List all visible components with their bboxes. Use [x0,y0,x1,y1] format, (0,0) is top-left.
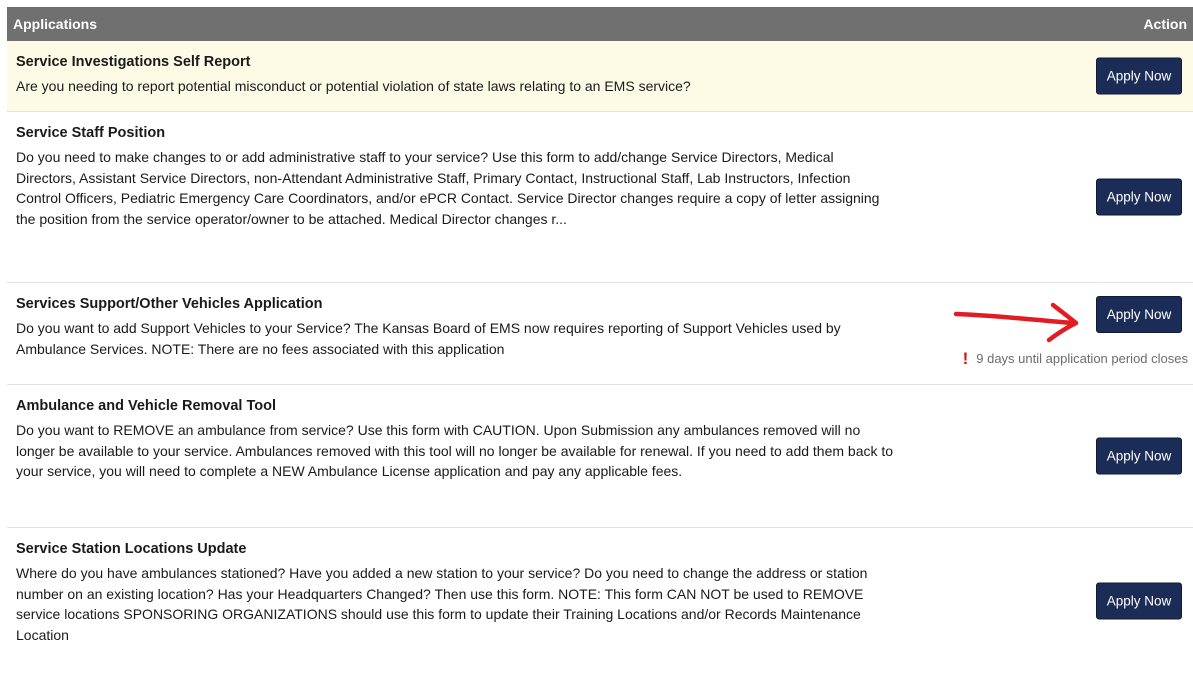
application-period-notice: ! 9 days until application period closes [962,348,1188,368]
row-content: Ambulance and Vehicle Removal Tool Do yo… [7,385,897,482]
table-row: Service Staff Position Do you need to ma… [7,112,1193,283]
application-description: Do you need to make changes to or add ad… [16,149,880,227]
application-description: Do you want to add Support Vehicles to y… [16,320,841,357]
application-description: Where do you have ambulances stationed? … [16,565,868,643]
row-content: Services Support/Other Vehicles Applicat… [7,283,897,359]
application-title: Service Staff Position [16,125,166,141]
row-action: Apply Now [1096,582,1182,620]
header-applications: Applications [13,16,98,32]
table-row: Service Station Locations Update Where d… [7,528,1193,673]
application-title: Ambulance and Vehicle Removal Tool [16,398,276,414]
row-action: Apply Now [1096,178,1182,216]
application-description: Are you needing to report potential misc… [16,78,691,94]
row-content: Service Investigations Self Report Are y… [7,41,897,97]
table-row: Ambulance and Vehicle Removal Tool Do yo… [7,385,1193,528]
application-description: Do you want to REMOVE an ambulance from … [16,422,894,479]
apply-now-button[interactable]: Apply Now [1096,57,1182,95]
row-action: Apply Now [1096,437,1182,475]
header-action: Action [1143,16,1187,32]
application-title: Services Support/Other Vehicles Applicat… [16,296,323,312]
apply-now-button[interactable]: Apply Now [1096,437,1182,475]
apply-now-button[interactable]: Apply Now [1096,582,1182,620]
application-title: Service Investigations Self Report [16,54,251,70]
table-row: Service Investigations Self Report Are y… [7,41,1193,112]
application-title: Service Station Locations Update [16,541,247,557]
row-content: Service Staff Position Do you need to ma… [7,112,897,229]
table-header: Applications Action [7,7,1193,41]
notice-text: 9 days until application period closes [976,351,1188,366]
row-content: Service Station Locations Update Where d… [7,528,897,645]
apply-now-button[interactable]: Apply Now [1096,178,1182,216]
page: Applications Action Service Investigatio… [0,0,1193,673]
row-action: Apply Now [1096,57,1182,95]
exclamation-icon: ! [962,348,969,368]
annotation-arrow-icon [953,302,1079,343]
apply-now-button[interactable]: Apply Now [1096,296,1182,333]
row-action: Apply Now [1096,296,1182,333]
